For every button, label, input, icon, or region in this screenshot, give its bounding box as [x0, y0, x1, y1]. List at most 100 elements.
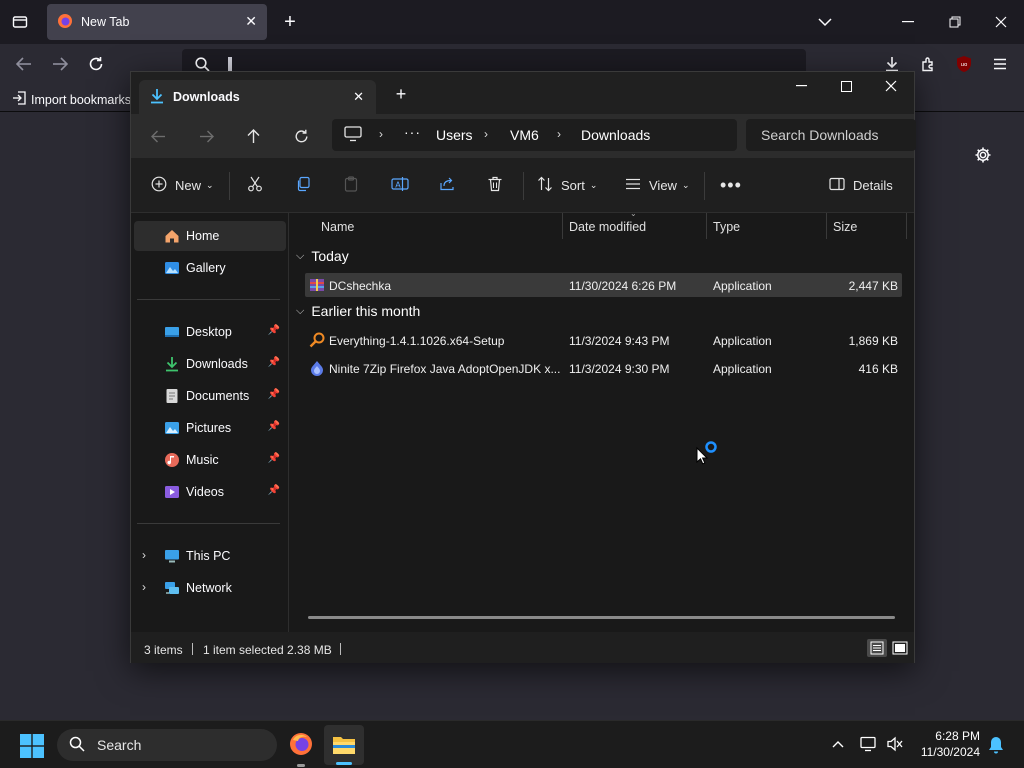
up-arrow-icon[interactable] — [243, 126, 263, 146]
downloads-icon — [164, 356, 180, 372]
status-bar: 3 items 1 item selected 2.38 MB — [131, 632, 914, 663]
back-arrow-icon[interactable] — [148, 126, 168, 146]
status-divider — [192, 643, 193, 655]
this-pc-monitor-icon[interactable] — [344, 126, 362, 145]
column-divider[interactable] — [826, 213, 827, 239]
close-tab-icon[interactable]: ✕ — [353, 89, 364, 105]
sidebar-item-this-pc[interactable]: › This PC — [134, 541, 286, 571]
share-button[interactable] — [439, 172, 455, 198]
pin-icon[interactable]: 📌 — [268, 325, 280, 336]
minimize-window-icon[interactable] — [791, 76, 811, 96]
file-row[interactable]: Ninite 7Zip Firefox Java AdoptOpenJDK x.… — [305, 356, 902, 380]
file-explorer-taskbar-button[interactable] — [324, 725, 364, 765]
column-header-size[interactable]: Size — [833, 220, 857, 234]
close-tab-icon[interactable]: ✕ — [245, 13, 257, 30]
file-name: Everything-1.4.1.1026.x64-Setup — [329, 334, 505, 348]
firefox-taskbar-icon[interactable] — [287, 730, 315, 758]
large-icons-view-toggle[interactable] — [890, 639, 910, 657]
chevron-right-icon[interactable]: › — [142, 548, 146, 562]
notification-bell-icon[interactable] — [986, 735, 1006, 755]
share-icon — [439, 176, 455, 195]
reload-icon[interactable] — [86, 54, 106, 74]
chevron-up-icon[interactable] — [829, 735, 847, 753]
toolbar-divider — [523, 172, 524, 200]
breadcrumb-downloads[interactable]: Downloads — [581, 127, 650, 143]
new-tab-icon[interactable]: + — [393, 84, 409, 104]
rename-icon: A — [391, 176, 409, 195]
sidebar-item-pictures[interactable]: Pictures 📌 — [134, 413, 286, 443]
file-row[interactable]: DCshechka 11/30/2024 6:26 PM Application… — [305, 273, 902, 297]
sidebar-item-downloads[interactable]: Downloads 📌 — [134, 349, 286, 379]
chevron-right-icon[interactable]: › — [142, 580, 146, 594]
running-indicator — [297, 764, 305, 767]
menu-icon[interactable] — [990, 54, 1010, 74]
sidebar-item-videos[interactable]: Videos 📌 — [134, 477, 286, 507]
copy-button[interactable] — [295, 172, 311, 198]
plus-circle-icon — [151, 176, 167, 195]
group-header-today[interactable]: ⌵ Today — [296, 248, 349, 264]
delete-button[interactable] — [487, 172, 503, 198]
more-options-icon[interactable]: ••• — [720, 172, 742, 198]
sidebar-item-music[interactable]: Music 📌 — [134, 445, 286, 475]
column-divider[interactable] — [906, 213, 907, 239]
windows-start-icon[interactable] — [19, 733, 45, 759]
rename-button[interactable]: A — [391, 172, 409, 198]
close-window-icon[interactable] — [991, 10, 1011, 34]
refresh-icon[interactable] — [291, 126, 311, 146]
restore-window-icon[interactable] — [945, 10, 965, 34]
minimize-window-icon[interactable] — [898, 10, 918, 34]
sidebar-item-desktop[interactable]: Desktop 📌 — [134, 317, 286, 347]
sort-button[interactable]: Sort ⌄ — [537, 172, 597, 198]
group-header-earlier-this-month[interactable]: ⌵ Earlier this month — [296, 303, 420, 319]
list-all-tabs-icon[interactable] — [8, 10, 32, 34]
pin-icon[interactable]: 📌 — [268, 389, 280, 400]
view-button[interactable]: View ⌄ — [625, 172, 690, 198]
new-tab-icon[interactable]: + — [280, 10, 300, 34]
sidebar-item-documents[interactable]: Documents 📌 — [134, 381, 286, 411]
settings-gear-icon[interactable] — [972, 144, 994, 166]
text-cursor — [228, 57, 232, 71]
chevron-down-icon[interactable] — [815, 10, 835, 34]
forward-arrow-icon[interactable] — [50, 54, 70, 74]
cut-button[interactable] — [247, 172, 263, 198]
forward-arrow-icon[interactable] — [196, 126, 216, 146]
taskbar-search[interactable]: Search — [57, 729, 277, 761]
column-divider[interactable] — [706, 213, 707, 239]
paste-button[interactable] — [343, 172, 359, 198]
file-date: 11/3/2024 9:30 PM — [569, 362, 670, 376]
system-clock[interactable]: 6:28 PM 11/30/2024 — [921, 728, 980, 760]
column-header-date[interactable]: Date modified — [569, 220, 646, 234]
gallery-icon — [164, 260, 180, 276]
horizontal-scrollbar[interactable] — [308, 616, 895, 619]
browser-tab[interactable]: New Tab ✕ — [47, 4, 267, 40]
breadcrumb-vm6[interactable]: VM6 — [510, 127, 539, 143]
volume-muted-icon[interactable] — [885, 734, 905, 754]
column-header-name[interactable]: Name — [321, 220, 354, 234]
new-button[interactable]: New ⌄ — [151, 172, 214, 198]
pin-icon[interactable]: 📌 — [268, 357, 280, 368]
network-status-icon[interactable] — [859, 734, 879, 754]
breadcrumb[interactable]: › ··· Users › VM6 › Downloads — [332, 119, 737, 151]
address-bar-row: › ··· Users › VM6 › Downloads Search Dow… — [131, 114, 916, 158]
maximize-window-icon[interactable] — [836, 76, 856, 96]
pin-icon[interactable]: 📌 — [268, 421, 280, 432]
sidebar-item-home[interactable]: Home — [134, 221, 286, 251]
ublock-origin-icon[interactable]: uo — [954, 54, 974, 74]
column-divider[interactable] — [562, 213, 563, 239]
details-view-toggle[interactable] — [867, 639, 887, 657]
details-button[interactable]: Details — [829, 172, 893, 198]
sidebar-item-network[interactable]: › Network — [134, 573, 286, 603]
search-input[interactable]: Search Downloads — [746, 119, 916, 151]
more-locations-icon[interactable]: ··· — [404, 124, 421, 140]
column-header-type[interactable]: Type — [713, 220, 740, 234]
back-arrow-icon[interactable] — [14, 54, 34, 74]
close-window-icon[interactable] — [881, 76, 901, 96]
import-bookmarks-item[interactable]: Import bookmarks... — [12, 91, 141, 108]
pin-icon[interactable]: 📌 — [268, 485, 280, 496]
extensions-icon[interactable] — [918, 54, 938, 74]
breadcrumb-users[interactable]: Users — [436, 127, 473, 143]
explorer-tab[interactable]: Downloads ✕ — [139, 80, 376, 114]
pin-icon[interactable]: 📌 — [268, 453, 280, 464]
file-row[interactable]: Everything-1.4.1.1026.x64-Setup 11/3/202… — [305, 328, 902, 352]
sidebar-item-gallery[interactable]: Gallery — [134, 253, 286, 283]
